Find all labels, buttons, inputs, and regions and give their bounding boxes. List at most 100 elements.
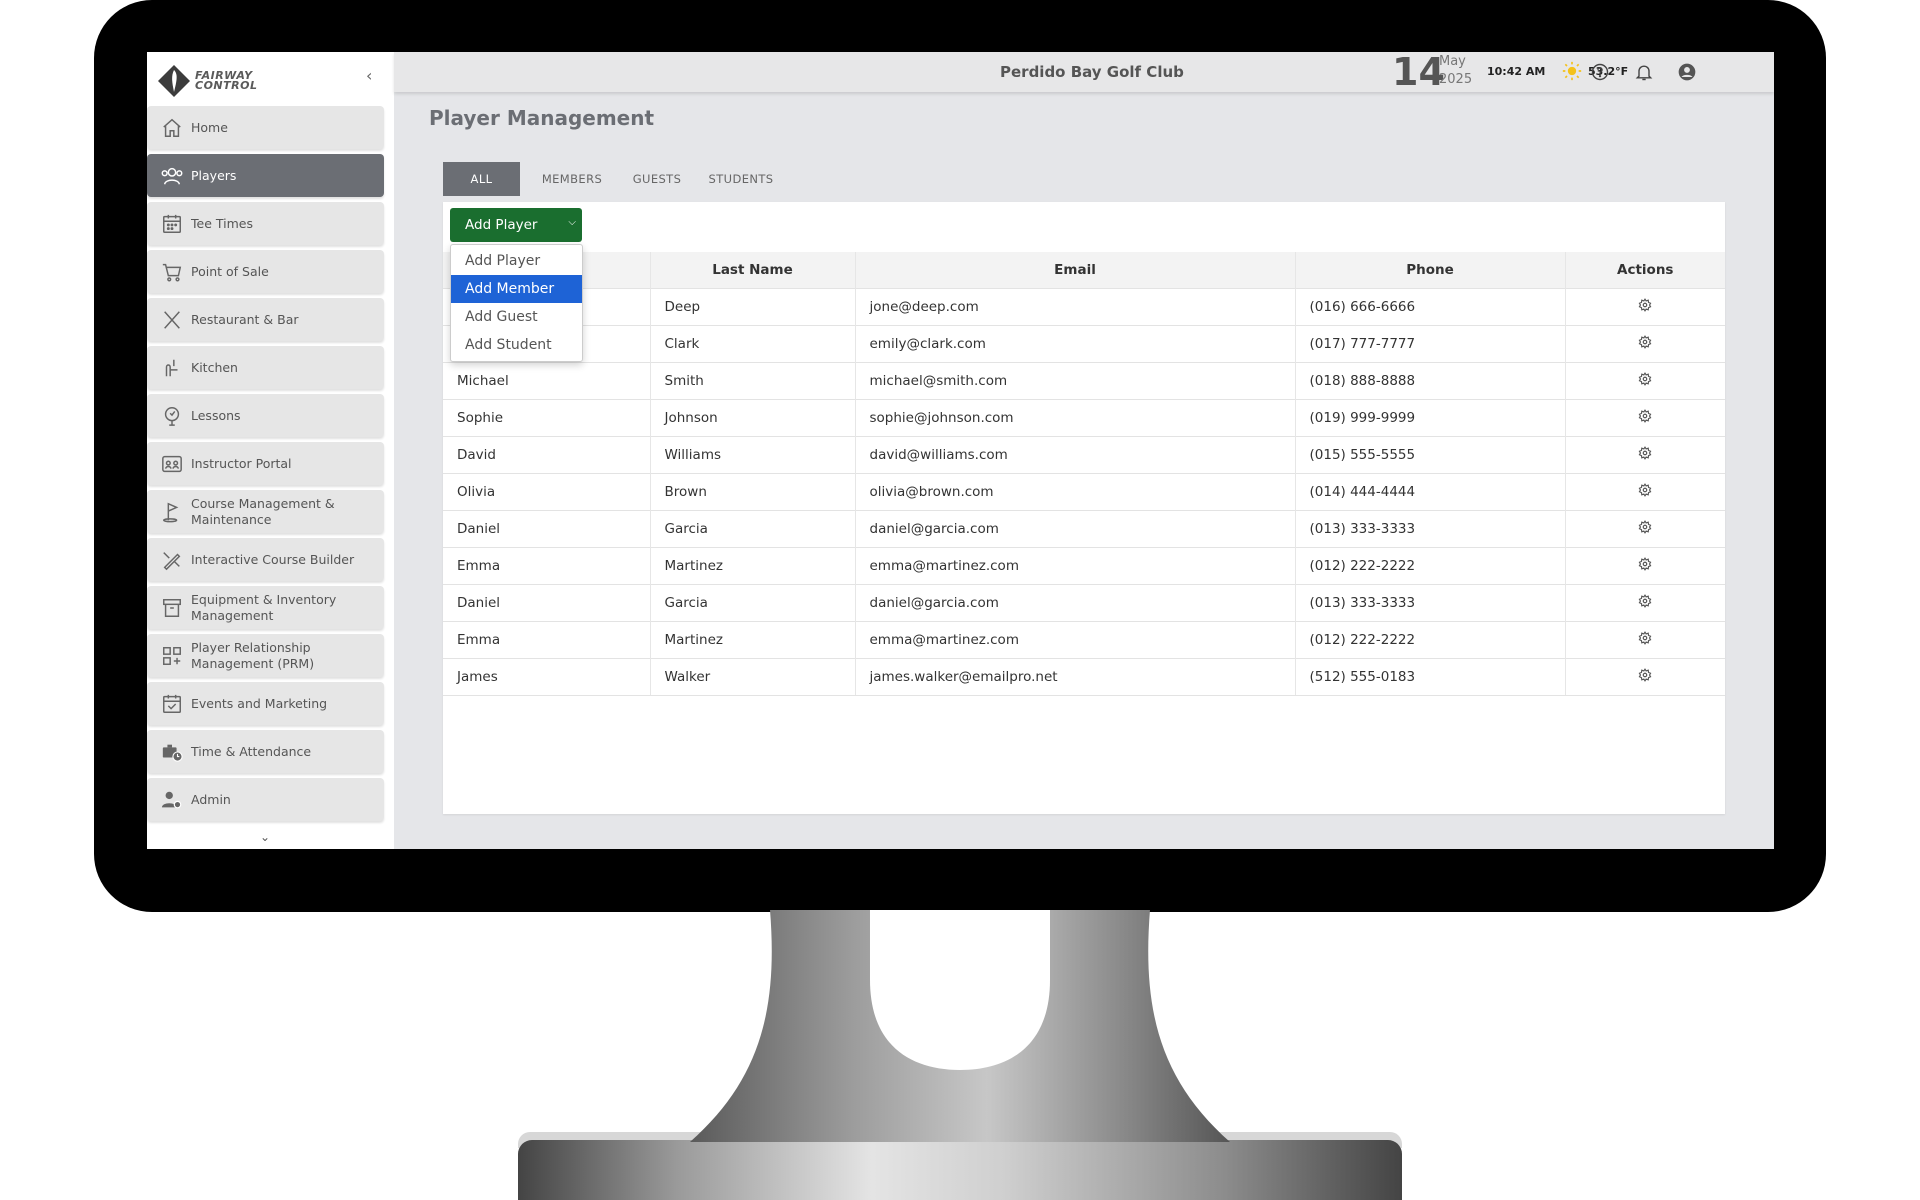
cell-phone: (512) 555-0183: [1295, 658, 1566, 696]
settings-gear-icon[interactable]: [1638, 483, 1652, 501]
collapse-sidebar-icon[interactable]: ‹: [366, 66, 372, 85]
add-player-button[interactable]: Add Player ⌵: [450, 208, 582, 242]
cell-email: jone@deep.com: [855, 288, 1296, 326]
sidebar-item-tee-times[interactable]: Tee Times: [147, 202, 384, 245]
menu-item-add-member[interactable]: Add Member: [451, 275, 582, 303]
cell-actions: [1565, 325, 1725, 363]
cell-email: james.walker@emailpro.net: [855, 658, 1296, 696]
calendar-icon: [159, 211, 185, 237]
sidebar-item-equipment-inventory[interactable]: Equipment & Inventory Management: [147, 586, 384, 629]
settings-gear-icon[interactable]: [1638, 372, 1652, 390]
cell-last-name: Smith: [650, 362, 856, 400]
table-row[interactable]: Sophie Johnson sophie@johnson.com (019) 999…: [443, 399, 1725, 437]
cell-email: daniel@garcia.com: [855, 510, 1296, 548]
table-row[interactable]: James Walker james.walker@emailpro.net (512…: [443, 658, 1725, 696]
players-table: Last Name Email Phone Actions Deep jone@d…: [443, 252, 1725, 696]
column-header-email[interactable]: Email: [855, 252, 1296, 289]
table-row[interactable]: Michael Smith michael@smith.com (018) 888-8…: [443, 362, 1725, 400]
cell-last-name: Garcia: [650, 510, 856, 548]
scroll-down-chevron-icon[interactable]: ⌄: [260, 830, 270, 844]
cell-phone: (015) 555-5555: [1295, 436, 1566, 474]
cell-actions: [1565, 510, 1725, 548]
sidebar-item-label: Course Management & Maintenance: [191, 495, 335, 527]
bell-icon[interactable]: [1634, 62, 1654, 82]
sidebar-item-course-builder[interactable]: Interactive Course Builder: [147, 538, 384, 581]
cell-last-name: Deep: [650, 288, 856, 326]
tab-guests[interactable]: GUESTS: [624, 162, 690, 196]
cell-first-name: David: [443, 436, 651, 474]
settings-gear-icon[interactable]: [1638, 409, 1652, 427]
sidebar-item-label: Point of Sale: [191, 263, 269, 279]
table-row[interactable]: Emma Martinez emma@martinez.com (012) 222-2…: [443, 547, 1725, 585]
column-header-last-name[interactable]: Last Name: [650, 252, 856, 289]
settings-gear-icon[interactable]: [1638, 520, 1652, 538]
sidebar-item-point-of-sale[interactable]: Point of Sale: [147, 250, 384, 293]
sidebar-item-time-attendance[interactable]: Time & Attendance: [147, 730, 384, 773]
sidebar-item-label: Players: [191, 167, 237, 183]
cell-phone: (014) 444-4444: [1295, 473, 1566, 511]
tab-members[interactable]: MEMBERS: [520, 162, 624, 196]
table-row[interactable]: Olivia Brown olivia@brown.com (014) 444-444…: [443, 473, 1725, 511]
menu-item-add-player[interactable]: Add Player: [451, 247, 582, 275]
home-icon: [159, 115, 185, 141]
cell-email: emily@clark.com: [855, 325, 1296, 363]
app-screen: FAIRWAY CONTROL ‹ Home Players Tee Times…: [147, 52, 1774, 849]
kitchen-icon: [159, 355, 185, 381]
sidebar-item-prm[interactable]: Player Relationship Management (PRM): [147, 634, 384, 677]
cell-last-name: Clark: [650, 325, 856, 363]
cell-phone: (013) 333-3333: [1295, 510, 1566, 548]
sidebar-item-kitchen[interactable]: Kitchen: [147, 346, 384, 389]
cell-email: michael@smith.com: [855, 362, 1296, 400]
player-tabs: ALL MEMBERS GUESTS STUDENTS: [443, 162, 792, 196]
cell-email: emma@martinez.com: [855, 547, 1296, 585]
fairway-control-logo[interactable]: FAIRWAY CONTROL: [157, 62, 257, 100]
sidebar-item-label: Events and Marketing: [191, 695, 328, 711]
column-header-phone[interactable]: Phone: [1295, 252, 1566, 289]
user-account-icon[interactable]: [1677, 62, 1697, 82]
table-row[interactable]: Emma Martinez emma@martinez.com (012) 222-2…: [443, 621, 1725, 659]
cell-first-name: Sophie: [443, 399, 651, 437]
inventory-icon: [159, 595, 185, 621]
add-player-button-label: Add Player: [465, 217, 538, 233]
sun-icon: [1562, 61, 1582, 81]
settings-gear-icon[interactable]: [1638, 298, 1652, 316]
settings-gear-icon[interactable]: [1638, 446, 1652, 464]
date-day: 14: [1392, 52, 1445, 94]
sidebar-item-instructor-portal[interactable]: Instructor Portal: [147, 442, 384, 485]
sidebar-item-admin[interactable]: Admin: [147, 778, 384, 821]
sidebar-item-restaurant-bar[interactable]: Restaurant & Bar: [147, 298, 384, 341]
menu-item-add-student[interactable]: Add Student: [451, 331, 582, 359]
settings-gear-icon[interactable]: [1638, 557, 1652, 575]
sidebar-item-events-marketing[interactable]: Events and Marketing: [147, 682, 384, 725]
tab-students[interactable]: STUDENTS: [690, 162, 792, 196]
help-icon[interactable]: [1590, 62, 1610, 82]
sidebar-nav: Home Players Tee Times Point of Sale Res…: [147, 106, 384, 826]
table-row[interactable]: Clark emily@clark.com (017) 777-7777: [443, 325, 1725, 363]
settings-gear-icon[interactable]: [1638, 668, 1652, 686]
sidebar-item-players[interactable]: Players: [147, 154, 384, 197]
settings-gear-icon[interactable]: [1638, 631, 1652, 649]
cell-last-name: Martinez: [650, 621, 856, 659]
table-row[interactable]: Deep jone@deep.com (016) 666-6666: [443, 288, 1725, 326]
menu-item-add-guest[interactable]: Add Guest: [451, 303, 582, 331]
sidebar-item-lessons[interactable]: Lessons: [147, 394, 384, 437]
cell-email: olivia@brown.com: [855, 473, 1296, 511]
sidebar-item-home[interactable]: Home: [147, 106, 384, 149]
cell-phone: (018) 888-8888: [1295, 362, 1566, 400]
chevron-down-icon[interactable]: ⌵: [568, 217, 576, 228]
cell-last-name: Walker: [650, 658, 856, 696]
table-row[interactable]: Daniel Garcia daniel@garcia.com (013) 333-3…: [443, 510, 1725, 548]
cell-first-name: Emma: [443, 621, 651, 659]
sidebar-item-course-management[interactable]: Course Management & Maintenance: [147, 490, 384, 533]
instructor-icon: [159, 451, 185, 477]
monitor-stand-base: [518, 1140, 1402, 1200]
cell-actions: [1565, 436, 1725, 474]
table-row[interactable]: Daniel Garcia daniel@garcia.com (013) 333-3…: [443, 584, 1725, 622]
tab-all[interactable]: ALL: [443, 162, 520, 196]
settings-gear-icon[interactable]: [1638, 335, 1652, 353]
settings-gear-icon[interactable]: [1638, 594, 1652, 612]
cart-icon: [159, 259, 185, 285]
sidebar-item-label: Restaurant & Bar: [191, 311, 299, 327]
cell-actions: [1565, 362, 1725, 400]
table-row[interactable]: David Williams david@williams.com (015) 555…: [443, 436, 1725, 474]
